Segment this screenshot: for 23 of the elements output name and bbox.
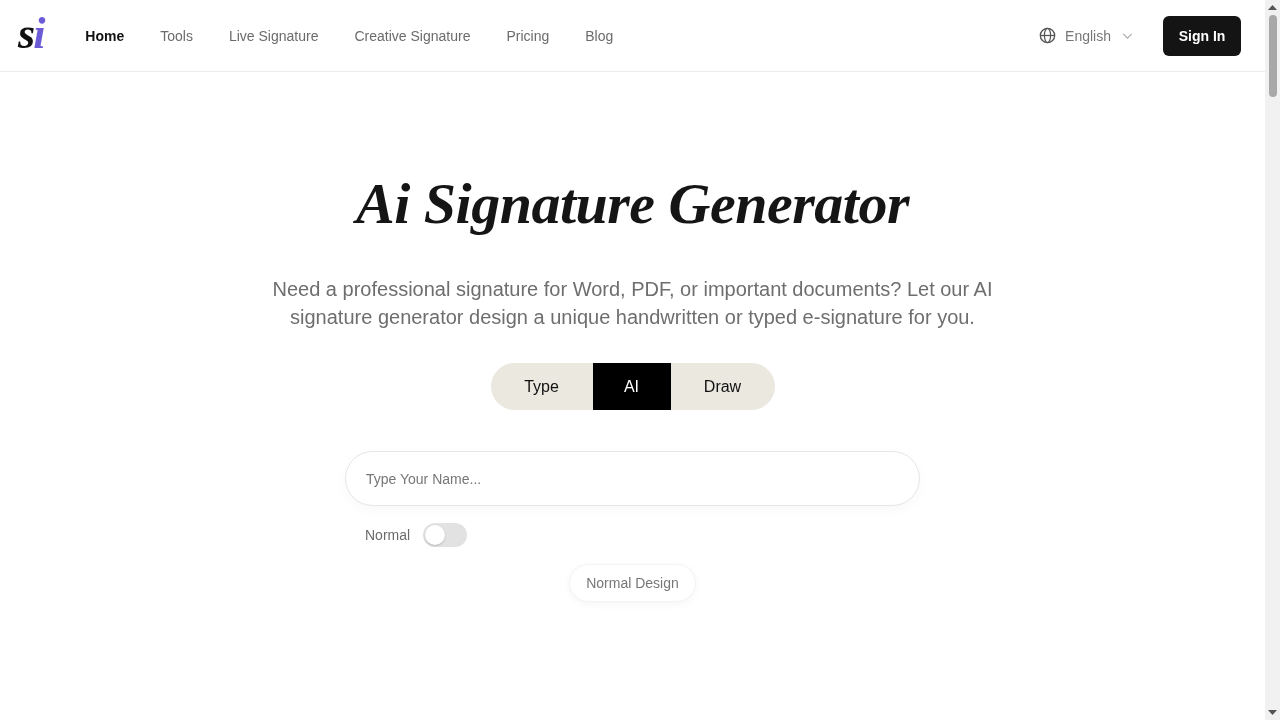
scrollbar-thumb[interactable] <box>1268 15 1277 97</box>
scroll-down-icon[interactable] <box>1268 710 1277 715</box>
mode-tab[interactable]: AI <box>592 363 671 410</box>
nav-link[interactable]: Creative Signature <box>354 27 471 44</box>
globe-icon <box>1039 27 1057 44</box>
logo[interactable]: si <box>18 11 44 56</box>
toggle-switch[interactable] <box>423 523 468 547</box>
subtitle: Need a professional signature for Word, PDF, or important documents? Let our AI signature generator design a unique handwritten or typed e-signature for you. <box>271 277 994 330</box>
nav-link[interactable]: Live Signature <box>228 27 319 44</box>
name-input[interactable]: Type Your Name... <box>345 451 920 506</box>
language-selector[interactable]: English <box>1039 27 1133 44</box>
chevron-down-icon <box>1122 32 1133 39</box>
scroll-up-icon[interactable] <box>1268 5 1277 10</box>
toggle-label: Normal <box>365 527 411 543</box>
sign-in-button[interactable]: Sign In <box>1163 15 1241 56</box>
mode-tab[interactable]: Draw <box>670 363 775 410</box>
nav-link[interactable]: Home <box>85 27 125 44</box>
normal-design-button[interactable]: Normal Design <box>569 564 696 602</box>
nav-link[interactable]: Blog <box>585 27 614 44</box>
mode-tab[interactable]: Type <box>490 363 593 410</box>
scrollbar[interactable] <box>1265 0 1280 720</box>
nav-link[interactable]: Pricing <box>506 27 550 44</box>
nav-link[interactable]: Tools <box>160 27 193 44</box>
